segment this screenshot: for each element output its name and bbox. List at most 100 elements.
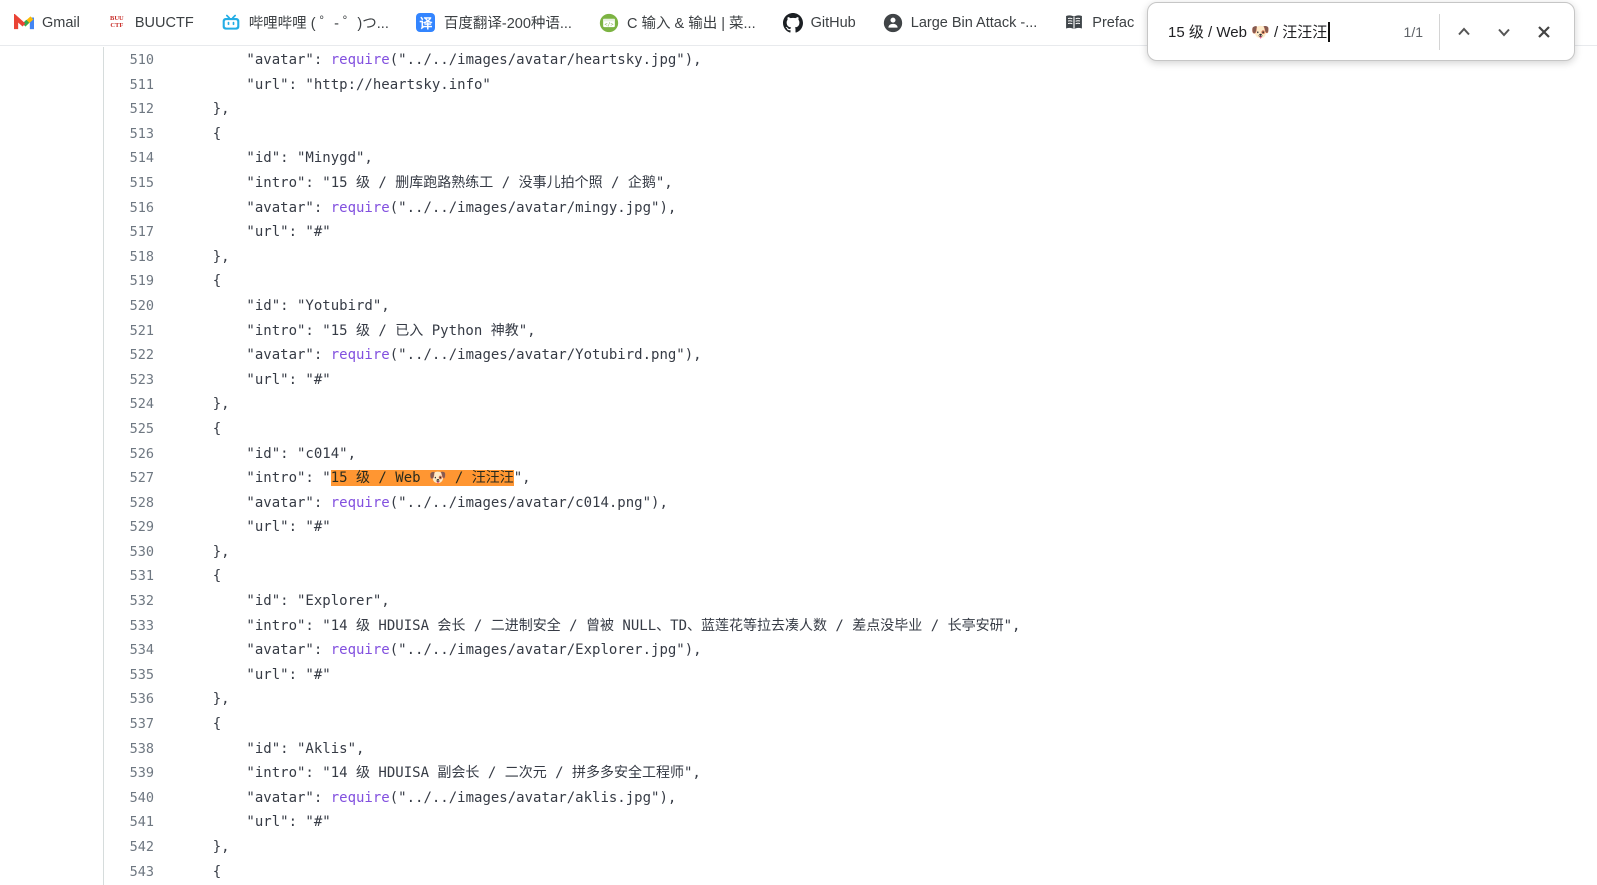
line-number: 519: [104, 269, 154, 294]
code-line: 524 },: [104, 392, 1597, 417]
line-number: 522: [104, 343, 154, 368]
line-number: 518: [104, 245, 154, 270]
line-number: 531: [104, 564, 154, 589]
code-line: 526 "id": "c014",: [104, 442, 1597, 467]
text-caret: [1328, 22, 1330, 42]
keyword-require: require: [331, 642, 390, 658]
code-line: 535 "url": "#": [104, 663, 1597, 688]
code-text: ("../../images/avatar/Explorer.jpg"),: [390, 642, 702, 658]
line-number: 540: [104, 786, 154, 811]
bookmark-item[interactable]: Prefac: [1064, 13, 1134, 33]
keyword-require: require: [331, 200, 390, 216]
bilibili-icon: [221, 13, 241, 33]
code-line: 533 "intro": "14 级 HDUISA 会长 / 二进制安全 / 曾…: [104, 614, 1597, 639]
line-number: 529: [104, 515, 154, 540]
find-input[interactable]: 15 级 / Web 🐶 / 汪汪汪: [1168, 21, 1396, 42]
line-number: 520: [104, 294, 154, 319]
code-line: 515 "intro": "15 级 / 删库跑路熟练工 / 没事儿拍个照 / …: [104, 171, 1597, 196]
code-line: 532 "id": "Explorer",: [104, 589, 1597, 614]
svg-text:</>: </>: [604, 21, 613, 27]
search-match-highlight: 15 级 / Web 🐶 / 汪汪汪: [331, 470, 514, 486]
code-line: 514 "id": "Minygd",: [104, 146, 1597, 171]
code-line: 521 "intro": "15 级 / 已入 Python 神教",: [104, 319, 1597, 344]
line-number: 543: [104, 860, 154, 885]
code-text: ("../../images/avatar/heartsky.jpg"),: [390, 52, 702, 68]
code-text: "id": "Yotubird",: [179, 298, 390, 314]
code-line: 516 "avatar": require("../../images/avat…: [104, 196, 1597, 221]
close-icon: [1534, 22, 1554, 42]
bookmark-label: Gmail: [42, 15, 80, 31]
bookmark-item[interactable]: GitHub: [783, 13, 856, 33]
code-text: "avatar":: [179, 495, 331, 511]
code-text: },: [179, 691, 230, 707]
bookmark-item[interactable]: BUUCTF BUUCTF: [107, 13, 194, 33]
code-text: ",: [514, 470, 531, 486]
code-line: 527 "intro": "15 级 / Web 🐶 / 汪汪汪",: [104, 466, 1597, 491]
line-number: 532: [104, 589, 154, 614]
close-find-bar-button[interactable]: [1524, 12, 1564, 52]
code-text: },: [179, 101, 230, 117]
code-line: 543 {: [104, 860, 1597, 885]
bookmark-label: BUUCTF: [135, 15, 194, 31]
code-text: },: [179, 839, 230, 855]
ctf-wiki-icon: [883, 13, 903, 33]
code-text: {: [179, 421, 221, 437]
code-line: 522 "avatar": require("../../images/avat…: [104, 343, 1597, 368]
code-text: {: [179, 864, 221, 880]
code-text: {: [179, 568, 221, 584]
line-number: 542: [104, 835, 154, 860]
code-text: "url": "#": [179, 519, 331, 535]
line-number: 510: [104, 48, 154, 73]
code-text: "id": "Minygd",: [179, 150, 373, 166]
bookmark-item[interactable]: Gmail: [14, 13, 80, 33]
code-line: 517 "url": "#": [104, 220, 1597, 245]
line-number: 526: [104, 442, 154, 467]
chevron-up-icon: [1454, 22, 1474, 42]
code-text: ("../../images/avatar/aklis.jpg"),: [390, 790, 677, 806]
line-number: 528: [104, 491, 154, 516]
bookmark-label: 百度翻译-200种语...: [444, 12, 572, 33]
bookmark-item[interactable]: 哔哩哔哩 ( ゜- ゜)つ...: [221, 12, 389, 33]
bookmark-item[interactable]: </> C 输入 & 输出 | 菜...: [599, 12, 756, 33]
line-number: 538: [104, 737, 154, 762]
code-text: "avatar":: [179, 642, 331, 658]
code-text: "avatar":: [179, 790, 331, 806]
code-text: "url": "#": [179, 224, 331, 240]
line-number: 524: [104, 392, 154, 417]
code-line: 529 "url": "#": [104, 515, 1597, 540]
line-number: 511: [104, 73, 154, 98]
code-text: "avatar":: [179, 52, 331, 68]
chevron-down-icon: [1494, 22, 1514, 42]
bookmark-item[interactable]: Large Bin Attack -...: [883, 13, 1038, 33]
book-icon: [1064, 13, 1084, 33]
code-text: "avatar":: [179, 200, 331, 216]
code-line: 536 },: [104, 687, 1597, 712]
bookmark-label: C 输入 & 输出 | 菜...: [627, 12, 756, 33]
code-text: ("../../images/avatar/Yotubird.png"),: [390, 347, 702, 363]
code-line: 525 {: [104, 417, 1597, 442]
code-line: 540 "avatar": require("../../images/avat…: [104, 786, 1597, 811]
line-number: 517: [104, 220, 154, 245]
next-match-button[interactable]: [1484, 12, 1524, 52]
code-text: ("../../images/avatar/c014.png"),: [390, 495, 668, 511]
buuctf-icon: BUUCTF: [107, 13, 127, 33]
code-line: 530 },: [104, 540, 1597, 565]
code-text: },: [179, 249, 230, 265]
code-line: 537 {: [104, 712, 1597, 737]
code-text: "intro": ": [179, 470, 331, 486]
code-line: 531 {: [104, 564, 1597, 589]
bookmark-item[interactable]: 译百度翻译-200种语...: [416, 12, 572, 33]
code-text: "url": "http://heartsky.info": [179, 77, 491, 93]
code-text: "url": "#": [179, 814, 331, 830]
code-line: 539 "intro": "14 级 HDUISA 副会长 / 二次元 / 拼多…: [104, 761, 1597, 786]
line-number: 521: [104, 319, 154, 344]
line-number: 533: [104, 614, 154, 639]
previous-match-button[interactable]: [1444, 12, 1484, 52]
code-text: {: [179, 716, 221, 732]
line-number: 512: [104, 97, 154, 122]
baidu-translate-icon: 译: [416, 13, 436, 33]
code-line: 523 "url": "#": [104, 368, 1597, 393]
find-bar-divider: [1439, 14, 1440, 50]
code-viewer[interactable]: 510 "avatar": require("../../images/avat…: [104, 47, 1597, 885]
line-number: 515: [104, 171, 154, 196]
